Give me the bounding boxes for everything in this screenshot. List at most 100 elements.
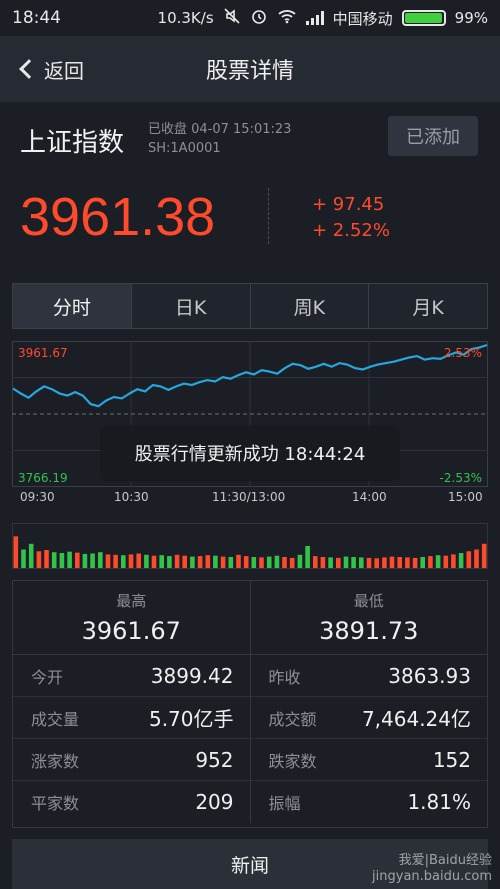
volume-bar — [466, 551, 472, 568]
volume-bar — [412, 557, 418, 568]
volume-bar — [481, 543, 487, 568]
carrier-name: 中国移动 — [332, 9, 393, 28]
volume-bar — [105, 554, 111, 568]
status-bar: 18:44 10.3K/s 中国移动 99% — [0, 0, 500, 36]
status-time: 18:44 — [12, 8, 61, 28]
volume-bar — [336, 557, 341, 568]
volume-bar — [121, 555, 126, 568]
high-value: 3961.67 — [81, 617, 181, 645]
stats-row: 平家数 209 振幅 1.81% — [13, 781, 487, 823]
high-cell: 最高 3961.67 — [13, 581, 251, 654]
volume-bar — [405, 557, 410, 568]
stats-row: 今开 3899.42 昨收 3863.93 — [13, 655, 487, 697]
volume-bar — [182, 555, 187, 568]
stat-value: 152 — [432, 747, 471, 772]
stat-label: 今开 — [31, 667, 64, 687]
mute-icon — [223, 7, 241, 29]
stats-panel: 最高 3961.67 最低 3891.73 今开 3899.42 昨收 3863.9… — [12, 580, 488, 828]
volume-bar — [397, 557, 402, 568]
volume-bar — [428, 556, 433, 568]
stat-value: 7,464.24亿 — [361, 707, 471, 731]
volume-bar — [359, 557, 364, 568]
volume-bar — [205, 555, 211, 568]
stat-label: 涨家数 — [31, 751, 80, 771]
tab-intraday[interactable]: 分时 — [13, 284, 132, 328]
volume-bar — [36, 551, 42, 568]
watermark-title: 我爱|Baidu经验 — [398, 853, 492, 868]
pct-min-label: -2.53% — [439, 471, 482, 485]
volume-bar — [313, 556, 318, 568]
network-speed: 10.3K/s — [157, 9, 214, 27]
volume-bar — [136, 553, 141, 568]
volume-bar — [297, 554, 303, 568]
stock-name: 上证指数 — [20, 128, 125, 158]
wifi-icon — [277, 8, 297, 28]
x-tick-label: 11:30/13:00 — [212, 490, 286, 504]
price-divider — [268, 188, 269, 244]
volume-bar — [343, 556, 349, 568]
change-percent: + 2.52% — [312, 220, 390, 241]
volume-bar — [382, 557, 387, 568]
volume-bar — [220, 556, 226, 568]
volume-bar — [75, 552, 80, 568]
stat-label: 成交额 — [268, 709, 317, 729]
stat-value: 1.81% — [407, 790, 471, 814]
market-status: 已收盘 04-07 15:01:23 — [148, 122, 292, 137]
volume-bar — [51, 552, 57, 568]
stock-meta: 已收盘 04-07 15:01:23 SH:1A0001 — [148, 120, 291, 158]
volume-bar — [159, 555, 164, 568]
volume-bar — [197, 556, 203, 568]
stat-label: 平家数 — [31, 794, 80, 813]
volume-bar — [474, 549, 479, 568]
status-right: 10.3K/s 中国移动 99% — [158, 7, 488, 29]
volume-bar — [259, 557, 264, 568]
low-label: 最低 — [353, 592, 384, 610]
volume-bar — [28, 543, 34, 568]
stat-label: 跌家数 — [268, 751, 317, 771]
volume-bar — [59, 553, 65, 568]
low-value: 3891.73 — [319, 617, 419, 645]
volume-bar — [351, 557, 356, 568]
alarm-icon — [250, 7, 268, 29]
volume-bar — [144, 554, 149, 568]
volume-bar — [251, 557, 257, 568]
stat-value: 209 — [195, 790, 234, 814]
volume-bar — [167, 556, 172, 568]
added-watchlist-button[interactable]: 已添加 — [388, 116, 478, 156]
stat-label: 成交量 — [31, 709, 80, 729]
volume-bar — [98, 552, 103, 568]
volume-bar — [443, 555, 449, 568]
volume-bar — [13, 536, 19, 568]
stats-row: 成交量 5.70亿手 成交额 7,464.24亿 — [13, 697, 487, 739]
volume-chart-svg — [12, 523, 488, 569]
watermark-url: jingyan.baidu.com — [372, 869, 492, 884]
high-low-row: 最高 3961.67 最低 3891.73 — [13, 581, 487, 655]
volume-bar — [113, 554, 118, 568]
stat-value: 952 — [195, 747, 234, 772]
tab-weekly-k[interactable]: 周K — [251, 284, 370, 328]
stat-value: 5.70亿手 — [148, 707, 234, 731]
volume-bar — [190, 556, 195, 568]
stat-label: 昨收 — [268, 667, 301, 687]
quote-header: 上证指数 已收盘 04-07 15:01:23 SH:1A0001 已添加 — [0, 102, 500, 166]
x-tick-label: 10:30 — [114, 490, 149, 504]
volume-bar — [305, 546, 310, 568]
battery-icon — [401, 10, 446, 26]
volume-bar — [282, 557, 287, 568]
signal-icon — [305, 11, 324, 25]
pct-max-label: 2.53% — [443, 346, 482, 360]
back-button[interactable]: 返回 — [18, 55, 84, 84]
volume-bar — [44, 550, 49, 568]
volume-bar — [228, 557, 234, 568]
volume-bar — [420, 557, 425, 568]
tab-monthly-k[interactable]: 月K — [369, 284, 487, 328]
price-change: + 97.45 + 2.52% — [312, 192, 390, 244]
current-price: 3961.38 — [20, 187, 216, 247]
volume-bar — [320, 557, 326, 568]
volume-bar — [128, 554, 134, 568]
low-cell: 最低 3891.73 — [251, 581, 488, 654]
chart-tabs: 分时 日K 周K 月K — [12, 283, 488, 329]
tab-daily-k[interactable]: 日K — [132, 284, 251, 328]
x-tick-label: 15:00 — [448, 490, 483, 504]
volume-bar — [389, 556, 395, 568]
